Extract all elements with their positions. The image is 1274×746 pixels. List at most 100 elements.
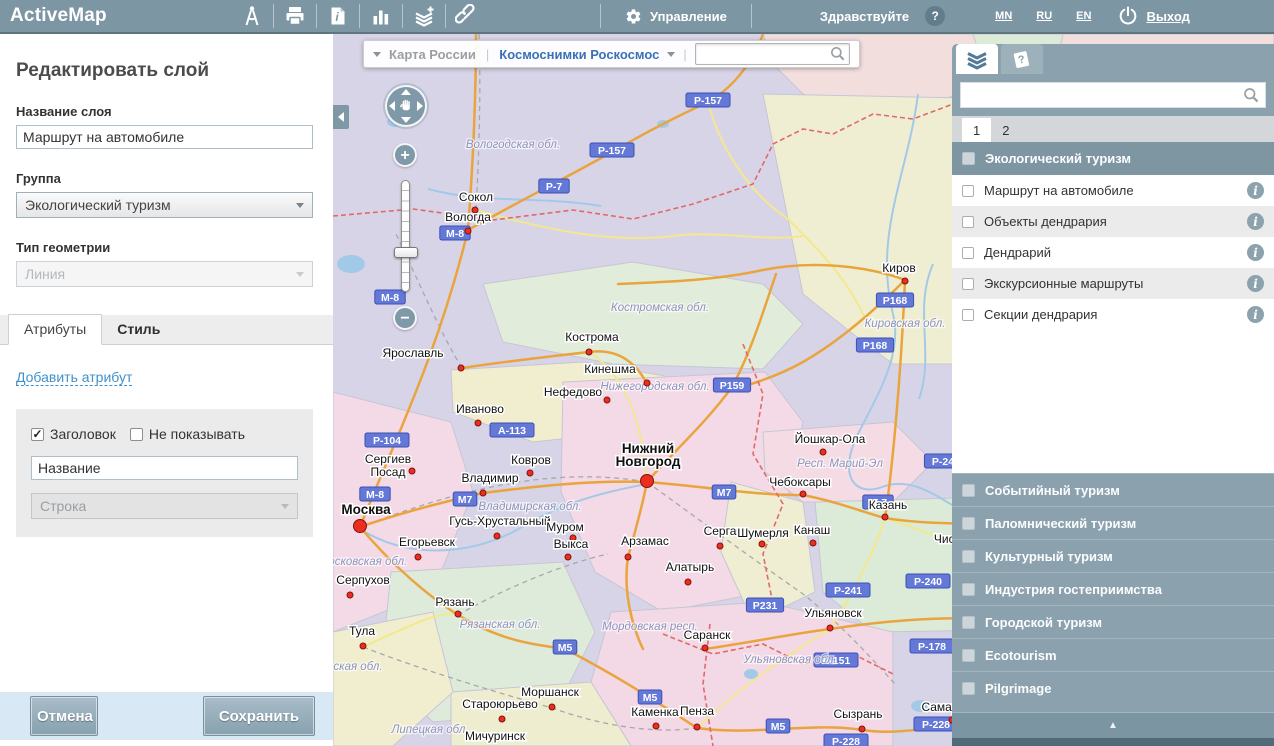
toolbar-separator (402, 4, 403, 28)
layer-group-header[interactable]: Паломнический туризм (952, 506, 1274, 539)
layer-checkbox[interactable] (962, 309, 974, 321)
help-badge[interactable]: ? (925, 6, 945, 26)
layer-item[interactable]: Экскурсионные маршрутыi (952, 268, 1274, 299)
group-checkbox[interactable] (962, 583, 975, 596)
group-label: Индустрия гостеприимства (985, 582, 1162, 597)
group-checkbox[interactable] (962, 152, 975, 165)
group-checkbox[interactable] (962, 649, 975, 662)
layer-info-icon[interactable]: i (1247, 244, 1264, 261)
left-panel-collapse-button[interactable] (333, 105, 349, 129)
layer-info-icon[interactable]: i (1247, 275, 1264, 292)
base-layer-dropdown-icon[interactable] (373, 52, 381, 57)
city-label: Каменка (631, 705, 679, 719)
city-label: Киров (882, 261, 915, 275)
title-checkbox[interactable]: ✓ (31, 428, 44, 441)
layer-checkbox[interactable] (962, 247, 974, 259)
zoom-slider-handle[interactable] (394, 247, 418, 258)
tab-style[interactable]: Стиль (102, 315, 175, 344)
layers-panel-tabs: ? (952, 44, 1274, 74)
zoom-slider-track[interactable] (401, 180, 410, 292)
layer-checkbox[interactable] (962, 216, 974, 228)
group-checkbox[interactable] (962, 484, 975, 497)
layer-info-icon[interactable]: i (1247, 306, 1264, 323)
layer-checkbox[interactable] (962, 278, 974, 290)
group-select[interactable]: Экологический туризм (16, 192, 313, 218)
attribute-type-select: Строка (31, 493, 298, 519)
help-guide-button[interactable]: i (321, 0, 355, 32)
pan-up-icon[interactable] (401, 89, 411, 95)
city-dot (604, 397, 610, 403)
group-checkbox[interactable] (962, 517, 975, 530)
city-dot (644, 380, 650, 386)
layer-group-header[interactable]: Культурный туризм (952, 539, 1274, 572)
layer-group-header[interactable]: Городской туризм (952, 605, 1274, 638)
layer-group-header[interactable]: Pilgrimage (952, 671, 1274, 704)
pan-left-icon[interactable] (389, 101, 395, 111)
tab-layers[interactable] (956, 44, 998, 74)
print-button[interactable] (278, 0, 312, 32)
layer-info-icon[interactable]: i (1247, 182, 1264, 199)
svg-text:М-8: М-8 (381, 292, 399, 304)
layer-item[interactable]: Объекты дендрарияi (952, 206, 1274, 237)
layer-item[interactable]: Маршрут на автомобилеi (952, 175, 1274, 206)
zoom-out-button[interactable]: − (393, 306, 417, 330)
layer-page-tab-1[interactable]: 1 (962, 118, 991, 142)
tab-attributes[interactable]: Атрибуты (8, 314, 102, 345)
measure-tool-button[interactable] (235, 0, 269, 32)
tab-legend[interactable]: ? (1001, 44, 1043, 74)
city-label: Староюрьево (462, 697, 538, 711)
layer-item[interactable]: Секции дендрарияi (952, 299, 1274, 330)
search-icon (1242, 86, 1261, 105)
group-checkbox[interactable] (962, 682, 975, 695)
group-label: Ecotourism (985, 648, 1057, 663)
logout-button[interactable]: Выход (1117, 5, 1189, 27)
statistics-button[interactable] (364, 0, 398, 32)
zoom-in-button[interactable]: + (393, 143, 417, 167)
attribute-name-input[interactable] (31, 456, 298, 480)
printer-icon (283, 4, 307, 28)
layer-group-header[interactable]: Событийный туризм (952, 473, 1274, 506)
add-layer-button[interactable] (407, 0, 441, 32)
region-label: Московская обл. (333, 556, 407, 568)
region-label: Костромская обл. (611, 302, 709, 314)
base-layer-selector[interactable]: Карта России (389, 47, 476, 62)
layers-search-box (960, 82, 1266, 108)
city-label: Сызрань (833, 707, 882, 721)
layer-info-icon[interactable]: i (1247, 213, 1264, 230)
save-button[interactable]: Сохранить (203, 696, 315, 736)
road-badge: А-113 (490, 423, 534, 437)
group-checkbox[interactable] (962, 616, 975, 629)
language-link-ru[interactable]: RU (1036, 10, 1052, 22)
pan-right-icon[interactable] (417, 101, 423, 111)
layers-search-input[interactable] (961, 83, 1265, 107)
management-button[interactable]: Управление (605, 8, 747, 25)
add-attribute-link[interactable]: Добавить атрибут (16, 369, 132, 386)
pan-control[interactable] (385, 85, 427, 127)
layer-group-header[interactable]: Индустрия гостеприимства (952, 572, 1274, 605)
city-dot (465, 228, 471, 234)
layer-item[interactable]: Дендрарийi (952, 237, 1274, 268)
active-layer-dropdown-icon[interactable] (667, 52, 675, 57)
layer-name-input[interactable] (16, 125, 313, 149)
hide-checkbox[interactable] (130, 428, 143, 441)
language-link-en[interactable]: EN (1076, 10, 1091, 22)
share-link-button[interactable] (450, 0, 484, 32)
layer-checkbox[interactable] (962, 185, 974, 197)
svg-text:М-8: М-8 (446, 228, 464, 240)
layer-group-header[interactable]: Экологический туризм (952, 142, 1274, 175)
region-label: Респ. Марий-Эл (797, 458, 883, 470)
road-badge: Р-7 (539, 179, 569, 193)
language-link-mn[interactable]: MN (995, 10, 1012, 22)
road-badge: М5 (766, 719, 790, 733)
group-checkbox[interactable] (962, 550, 975, 563)
layer-page-tab-2[interactable]: 2 (991, 118, 1020, 142)
pan-down-icon[interactable] (401, 117, 411, 123)
cancel-button[interactable]: Отмена (30, 696, 98, 736)
panel-collapse-bar[interactable]: ▲ (952, 712, 1274, 738)
svg-text:Р-157: Р-157 (694, 95, 722, 107)
svg-text:М5: М5 (558, 642, 573, 654)
group-list-filler (952, 330, 1274, 473)
map-search-input[interactable] (695, 43, 850, 65)
layer-group-header[interactable]: Ecotourism (952, 638, 1274, 671)
active-layer-selector[interactable]: Космоснимки Роскосмос (499, 47, 659, 62)
